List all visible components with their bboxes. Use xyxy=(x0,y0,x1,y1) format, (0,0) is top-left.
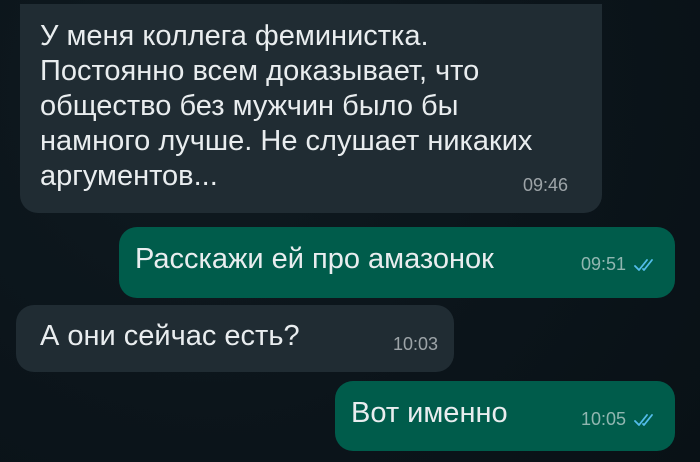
message-time: 09:51 xyxy=(580,254,626,274)
read-double-check-icon xyxy=(634,258,653,271)
chat-conversation: У меня коллега феминистка. Постоянно все… xyxy=(0,0,700,462)
message-meta: 09:51 xyxy=(581,247,658,282)
message-meta: 09:46 xyxy=(523,168,568,203)
message-text: Вот именно xyxy=(351,397,508,429)
message-time: 09:46 xyxy=(522,175,568,195)
message-meta: 10:03 xyxy=(393,327,438,362)
message-text: Расскажи ей про амазонок xyxy=(135,243,494,275)
outgoing-message-bubble[interactable]: Вот именно 10:05 xyxy=(335,381,675,451)
message-meta: 10:05 xyxy=(581,402,658,437)
outgoing-message-bubble[interactable]: Расскажи ей про амазонок 09:51 xyxy=(119,227,675,298)
incoming-message-bubble[interactable]: А они сейчас есть? 10:03 xyxy=(16,305,454,372)
message-text: А они сейчас есть? xyxy=(40,320,300,352)
message-text: У меня коллега феминистка. Постоянно все… xyxy=(40,20,533,192)
message-time: 10:05 xyxy=(580,409,626,429)
incoming-message-bubble[interactable]: У меня коллега феминистка. Постоянно все… xyxy=(20,4,602,213)
message-time: 10:03 xyxy=(392,334,438,354)
read-double-check-icon xyxy=(634,413,653,426)
